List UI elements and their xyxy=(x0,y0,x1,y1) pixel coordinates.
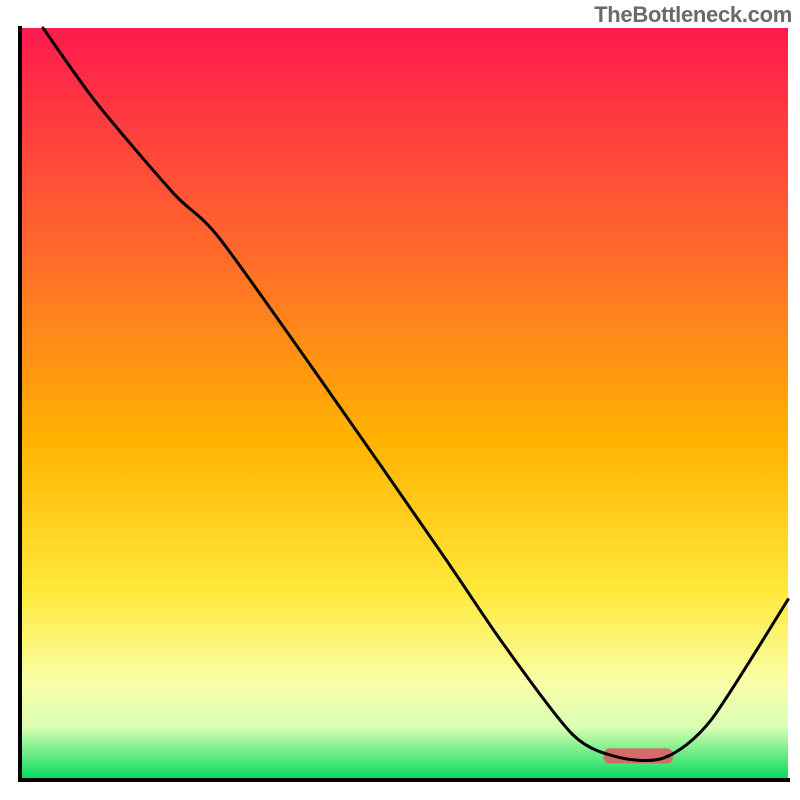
watermark-text: TheBottleneck.com xyxy=(594,2,792,28)
plot-background xyxy=(20,28,788,780)
bottleneck-chart: TheBottleneck.com xyxy=(0,0,800,800)
chart-svg xyxy=(0,0,800,800)
